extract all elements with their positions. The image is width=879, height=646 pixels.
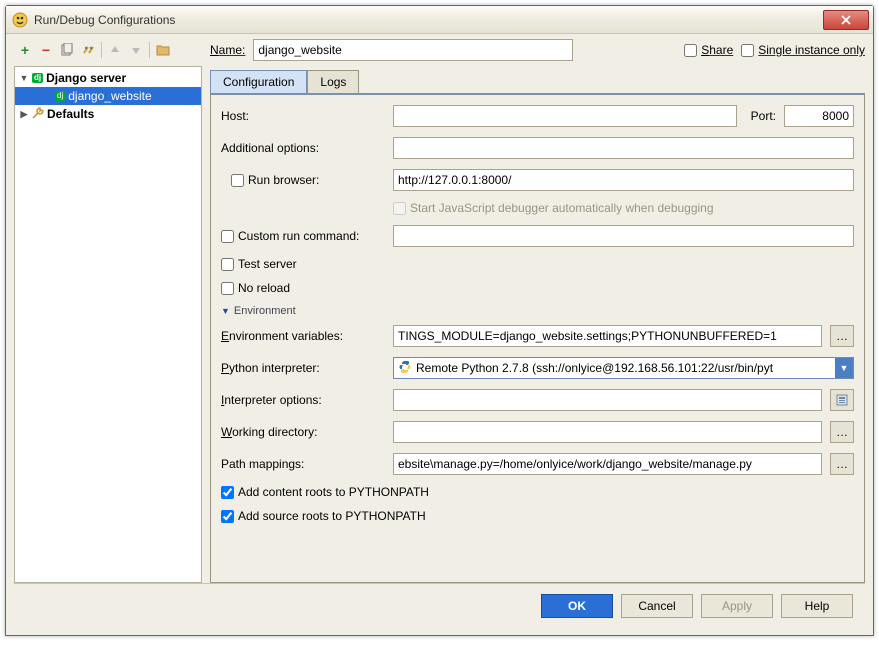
additional-options-row: Additional options: — [221, 137, 854, 159]
config-panel: Host: Port: Additional options: Run brow… — [210, 93, 865, 583]
working-directory-label: Working directory: — [221, 425, 385, 439]
tabs: Configuration Logs — [210, 70, 865, 93]
start-js-debugger-row: Start JavaScript debugger automatically … — [221, 201, 854, 215]
tab-configuration[interactable]: Configuration — [210, 70, 307, 93]
settings-icon[interactable] — [79, 41, 97, 59]
tree-label: django_website — [68, 89, 151, 103]
port-label: Port: — [751, 109, 776, 123]
test-server-row: Test server — [221, 257, 854, 271]
env-vars-value[interactable]: TINGS_MODULE=django_website.settings;PYT… — [393, 325, 822, 347]
remove-config-icon[interactable]: − — [37, 41, 55, 59]
interpreter-options-row: Interpreter options: — [221, 389, 854, 411]
tab-logs[interactable]: Logs — [307, 70, 359, 93]
name-row: Name: Share Single instance only — [210, 38, 865, 62]
interpreter-options-expand-button[interactable] — [830, 389, 854, 411]
working-directory-input[interactable] — [393, 421, 822, 443]
name-label: Name: — [210, 43, 245, 57]
no-reload-checkbox[interactable]: No reload — [221, 281, 290, 295]
right-pane: Name: Share Single instance only Configu… — [210, 38, 865, 583]
apply-button[interactable]: Apply — [701, 594, 773, 618]
name-input[interactable] — [253, 39, 573, 61]
run-browser-checkbox[interactable]: Run browser: — [221, 173, 385, 187]
path-mappings-row: Path mappings: ebsite\manage.py=/home/on… — [221, 453, 854, 475]
tree-node-django-website[interactable]: dj django_website — [15, 87, 201, 105]
custom-run-command-row: Custom run command: — [221, 225, 854, 247]
tree-node-django-server[interactable]: ▼ dj Django server — [15, 69, 201, 87]
move-down-icon[interactable] — [127, 41, 145, 59]
host-row: Host: Port: — [221, 105, 854, 127]
add-source-roots-row: Add source roots to PYTHONPATH — [221, 509, 854, 523]
host-input[interactable] — [393, 105, 737, 127]
working-directory-browse-button[interactable]: … — [830, 421, 854, 443]
tree-label: Django server — [46, 71, 126, 85]
cancel-button[interactable]: Cancel — [621, 594, 693, 618]
tree-node-defaults[interactable]: ▶ Defaults — [15, 105, 201, 123]
interpreter-options-input[interactable] — [393, 389, 822, 411]
add-content-roots-row: Add content roots to PYTHONPATH — [221, 485, 854, 499]
test-server-checkbox[interactable]: Test server — [221, 257, 297, 271]
env-vars-row: Environment variables: TINGS_MODULE=djan… — [221, 325, 854, 347]
app-icon — [12, 12, 28, 28]
custom-run-command-input[interactable] — [393, 225, 854, 247]
add-content-roots-checkbox[interactable]: Add content roots to PYTHONPATH — [221, 485, 429, 499]
folder-icon[interactable] — [154, 41, 172, 59]
start-js-debugger-checkbox: Start JavaScript debugger automatically … — [393, 201, 714, 215]
sidebar: + − — [14, 38, 202, 583]
interpreter-options-label: Interpreter options: — [221, 393, 385, 407]
port-input[interactable] — [784, 105, 854, 127]
expand-icon[interactable]: ▼ — [19, 73, 29, 83]
python-interpreter-label: Python interpreter: — [221, 361, 385, 375]
dialog-body: + − — [6, 34, 873, 635]
django-icon: dj — [55, 91, 65, 101]
window-title: Run/Debug Configurations — [34, 13, 823, 27]
ok-button[interactable]: OK — [541, 594, 613, 618]
path-mappings-label: Path mappings: — [221, 457, 385, 471]
environment-section-header[interactable]: ▼ Environment — [221, 305, 854, 317]
no-reload-row: No reload — [221, 281, 854, 295]
host-label: Host: — [221, 109, 385, 123]
move-up-icon[interactable] — [106, 41, 124, 59]
python-icon — [398, 360, 412, 377]
python-interpreter-dropdown[interactable]: Remote Python 2.7.8 (ssh://onlyice@192.1… — [393, 357, 854, 379]
sidebar-toolbar: + − — [14, 38, 202, 62]
help-button[interactable]: Help — [781, 594, 853, 618]
path-mappings-edit-button[interactable]: … — [830, 453, 854, 475]
dropdown-arrow-icon[interactable]: ▼ — [835, 358, 853, 378]
django-icon: dj — [32, 73, 43, 83]
add-config-icon[interactable]: + — [16, 41, 34, 59]
expand-icon[interactable]: ▶ — [19, 109, 29, 120]
add-source-roots-checkbox[interactable]: Add source roots to PYTHONPATH — [221, 509, 426, 523]
share-checkbox[interactable]: Share — [684, 43, 733, 57]
tree-label: Defaults — [47, 107, 94, 121]
python-interpreter-row: Python interpreter: Remote Python 2.7.8 … — [221, 357, 854, 379]
custom-run-command-checkbox[interactable]: Custom run command: — [221, 229, 385, 243]
working-directory-row: Working directory: … — [221, 421, 854, 443]
close-button[interactable] — [823, 10, 869, 30]
dialog-footer: OK Cancel Apply Help — [14, 583, 865, 627]
config-tree[interactable]: ▼ dj Django server dj django_website ▶ D… — [14, 66, 202, 583]
titlebar[interactable]: Run/Debug Configurations — [6, 6, 873, 34]
copy-config-icon[interactable] — [58, 41, 76, 59]
env-vars-label: Environment variables: — [221, 329, 385, 343]
run-browser-row: Run browser: http://127.0.0.1:8000/ — [221, 169, 854, 191]
additional-options-input[interactable] — [393, 137, 854, 159]
path-mappings-value[interactable]: ebsite\manage.py=/home/onlyice/work/djan… — [393, 453, 822, 475]
env-vars-edit-button[interactable]: … — [830, 325, 854, 347]
collapse-icon[interactable]: ▼ — [221, 306, 230, 316]
additional-options-label: Additional options: — [221, 141, 385, 155]
toolbar-separator — [149, 42, 150, 58]
dialog-window: Run/Debug Configurations + − — [5, 5, 874, 636]
toolbar-separator — [101, 42, 102, 58]
single-instance-checkbox[interactable]: Single instance only — [741, 43, 865, 57]
wrench-icon — [32, 107, 44, 122]
main-row: + − — [14, 38, 865, 583]
run-browser-url[interactable]: http://127.0.0.1:8000/ — [393, 169, 854, 191]
